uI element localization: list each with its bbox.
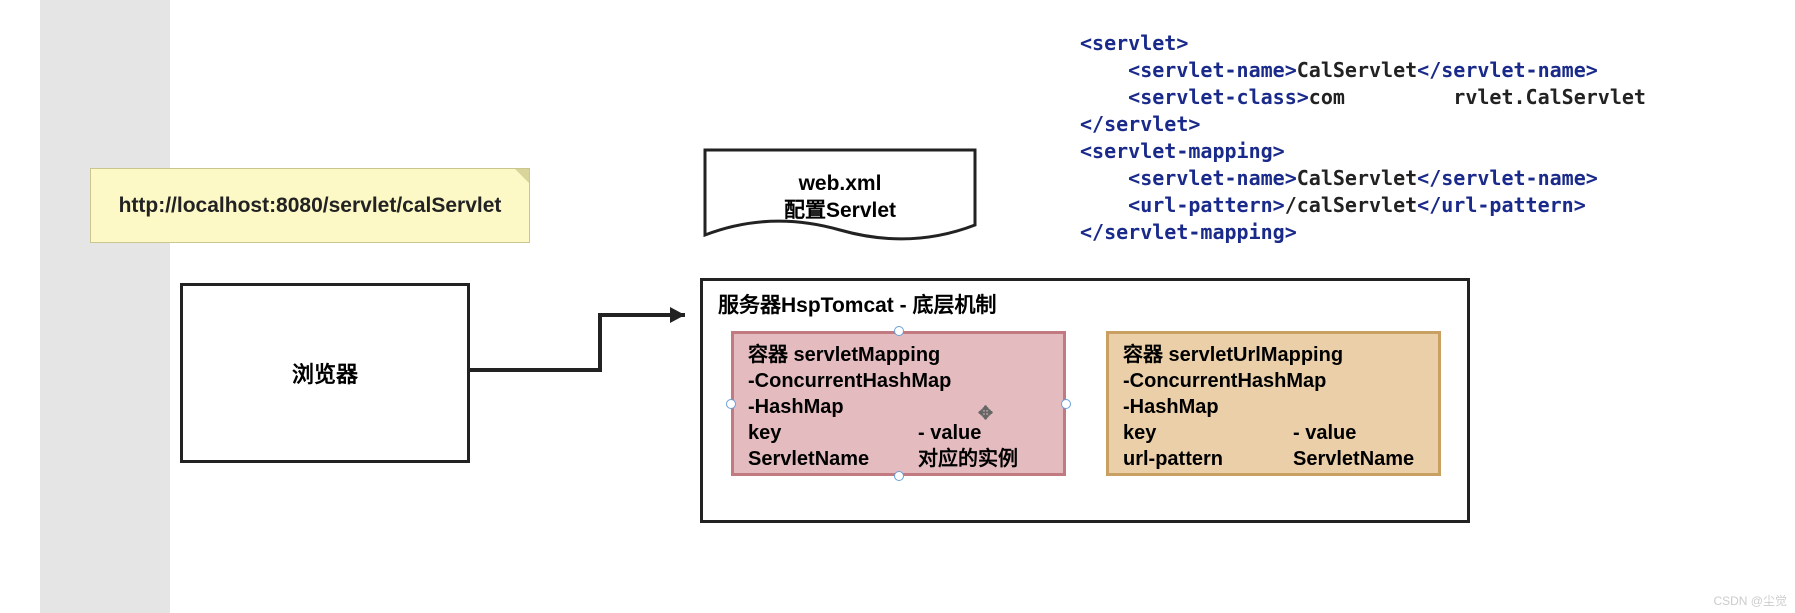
box1-line3: -HashMap: [748, 394, 1049, 420]
box1-key-val: ServletName: [748, 446, 918, 472]
servlet-url-mapping-container: 容器 servletUrlMapping -ConcurrentHashMap …: [1106, 331, 1441, 476]
box1-line2: -ConcurrentHashMap: [748, 368, 1049, 394]
box2-line2: -ConcurrentHashMap: [1123, 368, 1424, 394]
box1-key-label: key: [748, 420, 918, 446]
browser-label: 浏览器: [292, 357, 358, 389]
browser-box: 浏览器: [180, 283, 470, 463]
box2-val-val: ServletName: [1293, 446, 1414, 472]
move-cursor-icon: ✥: [978, 402, 993, 425]
box1-title: 容器 servletMapping: [748, 342, 1049, 368]
servlet-mapping-container[interactable]: 容器 servletMapping -ConcurrentHashMap -Ha…: [731, 331, 1066, 476]
webxml-title: web.xml: [700, 170, 980, 197]
url-text: http://localhost:8080/servlet/calServlet: [119, 194, 502, 218]
box2-key-val: url-pattern: [1123, 446, 1293, 472]
sticky-note-url: http://localhost:8080/servlet/calServlet: [90, 168, 530, 243]
server-box: 服务器HspTomcat - 底层机制 容器 servletMapping -C…: [700, 278, 1470, 523]
selection-handle-icon: [894, 326, 904, 336]
box1-val-label: - value: [918, 420, 981, 446]
arrow-browser-to-server: [470, 300, 705, 380]
box1-val-val: 对应的实例: [918, 446, 1018, 472]
box2-title: 容器 servletUrlMapping: [1123, 342, 1424, 368]
selection-handle-icon: [894, 471, 904, 481]
left-sidebar-grey: [40, 0, 170, 613]
webxml-subtitle: 配置Servlet: [700, 197, 980, 224]
xml-code-snippet: <servlet> <servlet-name>CalServlet</serv…: [1080, 30, 1646, 246]
box2-line3: -HashMap: [1123, 394, 1424, 420]
selection-handle-icon: [1061, 399, 1071, 409]
selection-handle-icon: [726, 399, 736, 409]
webxml-document: web.xml 配置Servlet: [700, 145, 980, 250]
watermark: CSDN @尘觉: [1713, 592, 1787, 609]
box2-val-label: - value: [1293, 420, 1356, 446]
box2-key-label: key: [1123, 420, 1293, 446]
server-title: 服务器HspTomcat - 底层机制: [718, 289, 996, 319]
